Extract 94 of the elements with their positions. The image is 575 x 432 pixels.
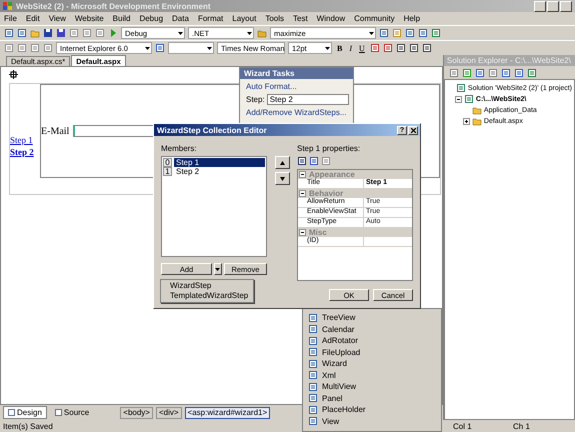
field-label: Step 1 properties: bbox=[297, 144, 362, 153]
toolbox-item[interactable]: MultiView bbox=[322, 382, 356, 392]
char-indicator: Ch 1 bbox=[513, 422, 530, 430]
auto-format-link[interactable]: Auto Format... bbox=[240, 79, 353, 94]
control-icon[interactable] bbox=[308, 312, 318, 323]
menu-item[interactable]: Test bbox=[293, 14, 308, 23]
menu-item[interactable]: Format bbox=[198, 14, 224, 23]
up-arrow-icon bbox=[280, 160, 284, 164]
dropdown-arrow-icon bbox=[247, 32, 252, 34]
collapse-icon[interactable] bbox=[454, 96, 462, 102]
move-up-button[interactable] bbox=[274, 156, 290, 169]
control-icon[interactable] bbox=[308, 382, 318, 392]
index-label: 0 bbox=[163, 158, 172, 167]
tag-breadcrumb[interactable]: <body> bbox=[120, 406, 153, 418]
dropdown-arrow-icon bbox=[325, 46, 330, 50]
menu-item[interactable]: Window bbox=[316, 14, 346, 23]
list-item[interactable]: Step 2 bbox=[174, 167, 265, 176]
toolbox-item[interactable]: TreeView bbox=[322, 313, 356, 322]
save-icon[interactable] bbox=[56, 28, 66, 38]
index-label: 1 bbox=[163, 167, 172, 176]
view-tab[interactable]: Design bbox=[3, 406, 47, 419]
dialog-title: WizardStep Collection Editor bbox=[157, 126, 268, 134]
dropdown-arrow-icon bbox=[145, 46, 150, 50]
dropdown-arrow-icon bbox=[369, 32, 374, 34]
toolbox-item[interactable]: PlaceHolder bbox=[322, 405, 366, 414]
category-label: Appearance bbox=[309, 170, 355, 179]
tag-breadcrumb[interactable]: <div> bbox=[156, 406, 182, 418]
menu-item[interactable]: Build bbox=[112, 14, 130, 23]
dropdown-arrow-icon bbox=[178, 32, 183, 34]
down-arrow-icon bbox=[280, 176, 284, 180]
menu-item[interactable]: Layout bbox=[232, 14, 256, 23]
control-icon[interactable] bbox=[308, 370, 318, 380]
column-indicator: Col 1 bbox=[453, 422, 473, 430]
menu-item[interactable]: Edit bbox=[26, 14, 40, 23]
block-format-dropdown[interactable] bbox=[168, 42, 214, 54]
field-label: Step: bbox=[246, 95, 265, 104]
app-logo-icon bbox=[3, 2, 12, 10]
collapse-icon[interactable] bbox=[299, 190, 306, 197]
add-remove-steps-link[interactable]: Add/Remove WizardSteps... bbox=[240, 105, 353, 120]
close-button[interactable] bbox=[560, 0, 572, 12]
toolbox-item[interactable]: View bbox=[322, 416, 340, 426]
toolbox-item[interactable]: Calendar bbox=[322, 324, 354, 334]
add-dropdown-button[interactable] bbox=[214, 263, 222, 275]
format-button[interactable]: B bbox=[335, 44, 344, 52]
toolbox-item[interactable]: FileUpload bbox=[322, 348, 360, 357]
control-icon[interactable] bbox=[308, 404, 318, 415]
step-link[interactable]: Step 1 bbox=[10, 135, 40, 145]
menu-item[interactable]: Data bbox=[172, 14, 189, 23]
menu-item[interactable]: Website bbox=[74, 14, 104, 23]
maximize-button[interactable] bbox=[547, 0, 559, 12]
menu-item[interactable]: WizardStep bbox=[170, 281, 253, 291]
step-link[interactable]: Step 2 bbox=[10, 147, 40, 157]
step-dropdown[interactable]: Step 2 bbox=[266, 94, 349, 105]
field-label: E-Mail bbox=[41, 126, 70, 136]
control-icon[interactable] bbox=[308, 416, 318, 426]
move-down-button[interactable] bbox=[274, 172, 290, 185]
move-handle-icon[interactable] bbox=[9, 70, 18, 79]
format-button[interactable]: U bbox=[357, 44, 367, 52]
toolbox-item[interactable]: Xml bbox=[322, 370, 336, 380]
control-icon[interactable] bbox=[308, 347, 318, 358]
toolbox-item[interactable]: Wizard bbox=[322, 359, 347, 368]
save-icon[interactable] bbox=[43, 28, 53, 38]
control-icon[interactable] bbox=[308, 324, 318, 334]
minimize-button[interactable] bbox=[534, 0, 546, 12]
panel-title: Solution Explorer - C:\...\WebSite2\ bbox=[444, 55, 575, 66]
control-icon[interactable] bbox=[308, 358, 318, 369]
list-item[interactable]: Step 1 bbox=[174, 158, 265, 167]
menu-item[interactable]: File bbox=[4, 14, 17, 23]
dropdown-arrow-icon bbox=[215, 268, 220, 270]
category-label: Behavior bbox=[309, 189, 344, 198]
toolbox-item[interactable]: AdRotator bbox=[322, 336, 358, 346]
panel-title: Wizard Tasks bbox=[240, 68, 353, 79]
menu-item[interactable]: Tools bbox=[265, 14, 284, 23]
window-title: WebSite2 (2) - Microsoft Development Environment bbox=[16, 2, 212, 10]
close-icon bbox=[410, 128, 416, 132]
collapse-icon[interactable] bbox=[299, 229, 306, 236]
toolbox-item[interactable]: Panel bbox=[322, 394, 342, 403]
dropdown-arrow-icon bbox=[207, 46, 212, 50]
menu-item[interactable]: Help bbox=[404, 14, 420, 23]
control-icon[interactable] bbox=[308, 393, 318, 404]
menu-item[interactable]: Debug bbox=[139, 14, 164, 23]
view-tab[interactable]: Source bbox=[50, 406, 94, 419]
category-label: Misc bbox=[309, 228, 327, 237]
close-button[interactable] bbox=[408, 126, 418, 134]
format-button[interactable]: I bbox=[347, 44, 354, 52]
menu-item[interactable]: Community bbox=[354, 14, 395, 23]
field-label: Members: bbox=[161, 144, 198, 153]
menu-item[interactable]: View bbox=[48, 14, 66, 23]
control-icon[interactable] bbox=[308, 336, 318, 346]
status-message: Item(s) Saved bbox=[3, 422, 54, 430]
collapse-icon[interactable] bbox=[299, 171, 306, 178]
expand-icon[interactable] bbox=[462, 118, 470, 124]
tag-breadcrumb[interactable]: <asp:wizard#wizard1> bbox=[184, 406, 270, 418]
menu-item[interactable]: TemplatedWizardStep bbox=[170, 291, 253, 301]
